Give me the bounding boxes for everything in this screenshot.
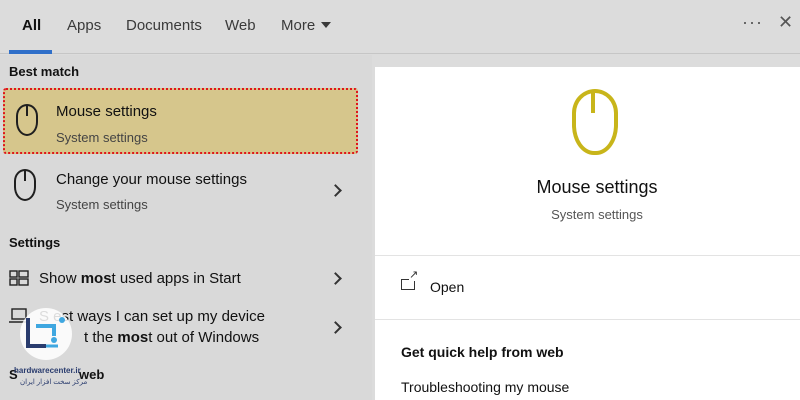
close-icon[interactable]: ✕ — [778, 12, 793, 33]
result-subtitle: System settings — [56, 197, 148, 212]
title-part: t used apps in Start — [111, 270, 241, 287]
divider — [375, 255, 800, 256]
ellipsis-icon[interactable]: ··· — [742, 12, 763, 33]
result-title: Mouse settings — [56, 103, 157, 120]
tab-web[interactable]: Web — [225, 17, 256, 34]
mouse-icon — [16, 104, 38, 136]
result-subtitle: System settings — [56, 130, 148, 145]
web-help-link[interactable]: Troubleshooting my mouse — [401, 379, 569, 395]
circuit-logo-icon — [20, 308, 72, 360]
detail-pane: Mouse settings System settings Open Get … — [375, 67, 800, 400]
mouse-icon — [14, 169, 36, 201]
start-tiles-icon — [9, 270, 29, 286]
chevron-right-icon — [329, 272, 342, 285]
result-title-line2: t the most out of Windows — [84, 329, 259, 346]
chevron-right-icon — [329, 321, 342, 334]
search-filter-bar: All Apps Documents Web More ··· ✕ — [0, 0, 800, 54]
chevron-down-icon — [321, 22, 332, 28]
detail-title: Mouse settings — [536, 177, 658, 197]
title-part: Show — [39, 270, 81, 287]
detail-subtitle: System settings — [551, 207, 643, 222]
best-match-header: Best match — [9, 64, 80, 79]
open-label: Open — [430, 279, 465, 295]
tab-documents[interactable]: Documents — [126, 17, 202, 34]
watermark-logo: hardwarecenter.ir مرکز سخت افزار ایران — [6, 304, 96, 400]
mouse-icon — [572, 89, 618, 155]
watermark-brand: hardwarecenter.ir — [14, 366, 81, 375]
title-match: mos — [80, 270, 112, 287]
tab-more[interactable]: More — [281, 17, 332, 34]
result-change-mouse-settings[interactable]: Change your mouse settings System settin… — [0, 159, 372, 219]
watermark-tagline: مرکز سخت افزار ایران — [20, 379, 88, 386]
tab-more-label: More — [281, 17, 316, 34]
result-mouse-settings[interactable]: Mouse settings System settings — [3, 88, 358, 154]
open-action[interactable]: Open — [375, 267, 800, 307]
tab-all[interactable]: All — [22, 17, 41, 34]
title-part: t out of Windows — [148, 329, 260, 346]
result-title: Change your mouse settings — [56, 171, 247, 188]
web-help-header: Get quick help from web — [401, 344, 564, 360]
settings-header: Settings — [9, 235, 61, 250]
active-tab-indicator — [9, 50, 52, 54]
chevron-right-icon — [329, 184, 342, 197]
divider — [375, 319, 800, 320]
tab-apps[interactable]: Apps — [67, 17, 101, 34]
open-icon — [401, 270, 419, 290]
title-match: mos — [117, 329, 149, 346]
result-title: Show most used apps in Start — [39, 270, 241, 287]
result-show-most-used-apps[interactable]: Show most used apps in Start — [0, 260, 372, 296]
